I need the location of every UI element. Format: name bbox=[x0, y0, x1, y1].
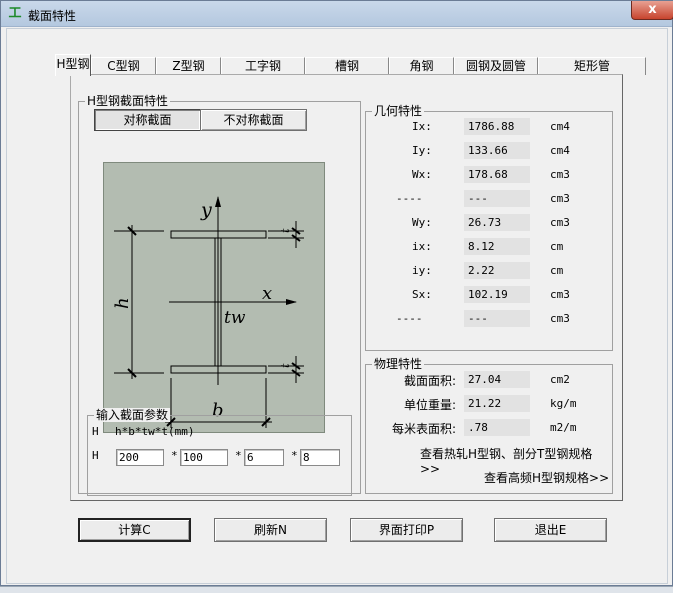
input-row1-prefix: H bbox=[92, 425, 99, 438]
geometry-label: Sx: bbox=[412, 288, 432, 301]
tab-panel-h-steel: H型钢截面特性 对称截面 不对称截面 y x tw b h t t 输入截面参数… bbox=[70, 74, 623, 501]
geometry-unit: cm3 bbox=[550, 192, 570, 205]
close-button[interactable]: x bbox=[631, 1, 673, 20]
tw-input[interactable] bbox=[244, 449, 284, 466]
geometry-label: Iy: bbox=[412, 144, 432, 157]
geometry-label: ---- bbox=[396, 312, 423, 325]
asymmetric-section-button[interactable]: 不对称截面 bbox=[200, 109, 307, 131]
title-bar[interactable]: 工 截面特性 x bbox=[1, 1, 673, 27]
window-title: 截面特性 bbox=[28, 9, 77, 23]
physical-value: .78 bbox=[464, 419, 530, 436]
tab-channel[interactable]: 槽钢 bbox=[305, 57, 389, 75]
geometry-unit: cm3 bbox=[550, 312, 570, 325]
geometry-label: iy: bbox=[412, 264, 432, 277]
geometry-value: 1786.88 bbox=[464, 118, 530, 135]
geometry-unit: cm bbox=[550, 240, 564, 253]
refresh-button[interactable]: 刷新N bbox=[214, 518, 327, 542]
x-axis-arrow bbox=[286, 299, 297, 305]
sep-3: * bbox=[291, 449, 298, 462]
tab-strip: H型钢 C型钢 Z型钢 工字钢 槽钢 角钢 圆钢及圆管 矩形管 bbox=[55, 54, 655, 76]
symmetric-section-button[interactable]: 对称截面 bbox=[94, 109, 201, 131]
exit-button[interactable]: 退出E bbox=[494, 518, 607, 542]
print-button[interactable]: 界面打印P bbox=[350, 518, 463, 542]
geometry-unit: cm3 bbox=[550, 168, 570, 181]
dialog-client-area: H型钢 C型钢 Z型钢 工字钢 槽钢 角钢 圆钢及圆管 矩形管 H型钢截面特性 … bbox=[6, 28, 668, 584]
b-input[interactable] bbox=[180, 449, 228, 466]
geometry-value: 8.12 bbox=[464, 238, 530, 255]
tab-round-pipe[interactable]: 圆钢及圆管 bbox=[454, 57, 538, 75]
tab-c-steel[interactable]: C型钢 bbox=[91, 57, 156, 75]
geometry-label: Ix: bbox=[412, 120, 432, 133]
physical-unit: m2/m bbox=[550, 421, 577, 434]
input-formula: h*b*tw*t(mm) bbox=[115, 425, 195, 438]
physical-unit: kg/m bbox=[550, 397, 577, 410]
tab-rect-tube[interactable]: 矩形管 bbox=[538, 57, 646, 75]
geometry-value: 26.73 bbox=[464, 214, 530, 231]
geometry-value: --- bbox=[464, 190, 530, 207]
geometry-title: 几何特性 bbox=[372, 104, 425, 118]
tab-h-steel[interactable]: H型钢 bbox=[55, 54, 91, 76]
geometry-unit: cm3 bbox=[550, 288, 570, 301]
physical-value: 27.04 bbox=[464, 371, 530, 388]
y-axis-arrow bbox=[215, 196, 221, 207]
h-section-drawing: y x tw b h t t bbox=[112, 196, 304, 428]
section-properties-window: 工 截面特性 x H型钢 C型钢 Z型钢 工字钢 槽钢 角钢 圆钢及圆管 矩形管… bbox=[0, 0, 673, 586]
tab-angle[interactable]: 角钢 bbox=[389, 57, 454, 75]
physical-unit: cm2 bbox=[550, 373, 570, 386]
web-thickness-label: tw bbox=[224, 308, 246, 328]
geometry-value: --- bbox=[464, 310, 530, 327]
input-row2-prefix: H bbox=[92, 449, 99, 462]
geometry-value: 178.68 bbox=[464, 166, 530, 183]
geometry-label: ---- bbox=[396, 192, 423, 205]
tab-z-steel[interactable]: Z型钢 bbox=[156, 57, 221, 75]
high-freq-spec-link[interactable]: 查看高频H型钢规格>> bbox=[484, 469, 609, 486]
geometry-unit: cm4 bbox=[550, 120, 570, 133]
geometry-unit: cm3 bbox=[550, 216, 570, 229]
input-params-group: 输入截面参数 H h*b*tw*t(mm) H * * * bbox=[87, 408, 352, 496]
geometry-group: 几何特性 Ix: 1786.88 cm4 Iy: 133.66 cm4 Wx: 178.68 c… bbox=[365, 104, 613, 351]
h-section-diagram: y x tw b h t t bbox=[103, 162, 325, 433]
physical-value: 21.22 bbox=[464, 395, 530, 412]
physical-label: 截面面积: bbox=[403, 374, 456, 388]
sep-1: * bbox=[171, 449, 178, 462]
x-axis-label: x bbox=[262, 283, 272, 304]
height-label: h bbox=[112, 297, 133, 309]
physical-group: 物理特性 截面面积: 27.04 cm2 单位重量: 21.22 kg/m 每米表面积: .7… bbox=[365, 357, 613, 494]
geometry-unit: cm4 bbox=[550, 144, 570, 157]
input-params-title: 输入截面参数 bbox=[94, 408, 171, 422]
app-icon: 工 bbox=[8, 6, 22, 21]
geometry-value: 2.22 bbox=[464, 262, 530, 279]
y-axis-label: y bbox=[200, 199, 212, 221]
flange-label-bottom: t bbox=[279, 363, 292, 368]
geometry-label: ix: bbox=[412, 240, 432, 253]
geometry-value: 133.66 bbox=[464, 142, 530, 159]
calculate-button[interactable]: 计算C bbox=[78, 518, 191, 542]
geometry-label: Wy: bbox=[412, 216, 432, 229]
tab-i-beam[interactable]: 工字钢 bbox=[221, 57, 305, 75]
h-section-group-title: H型钢截面特性 bbox=[85, 94, 171, 108]
physical-title: 物理特性 bbox=[372, 357, 425, 371]
geometry-value: 102.19 bbox=[464, 286, 530, 303]
physical-label: 单位重量: bbox=[403, 398, 456, 412]
geometry-unit: cm bbox=[550, 264, 564, 277]
flange-label-top: t bbox=[279, 228, 292, 233]
sep-2: * bbox=[235, 449, 242, 462]
geometry-label: Wx: bbox=[412, 168, 432, 181]
h-section-group: H型钢截面特性 对称截面 不对称截面 y x tw b h t t 输入截面参数… bbox=[78, 94, 361, 496]
taskbar-strip bbox=[0, 586, 673, 593]
t-input[interactable] bbox=[300, 449, 340, 466]
physical-label: 每米表面积: bbox=[391, 422, 456, 436]
h-input[interactable] bbox=[116, 449, 164, 466]
